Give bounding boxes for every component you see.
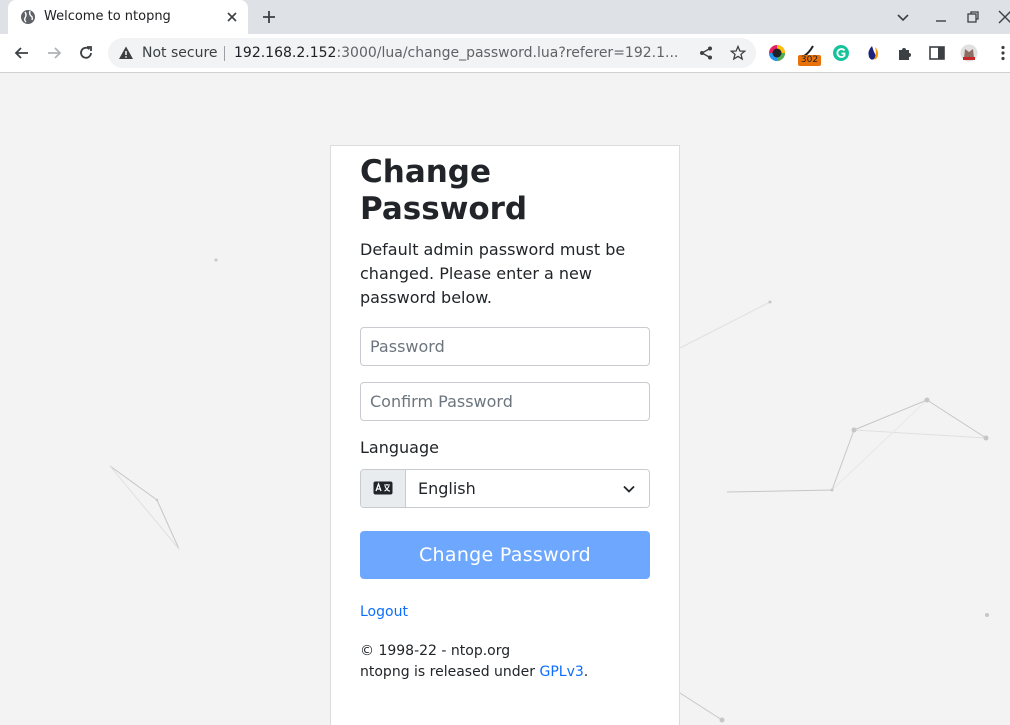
chevron-down-icon — [623, 485, 635, 493]
change-password-card: Change Password Default admin password m… — [330, 145, 680, 725]
license-line: ntopng is released under GPLv3. — [360, 662, 588, 683]
language-label: Language — [360, 438, 439, 457]
language-selected-value: English — [418, 479, 476, 498]
language-icon — [373, 481, 393, 495]
license-suffix: . — [583, 664, 589, 680]
language-select[interactable]: English — [407, 470, 649, 507]
change-password-button[interactable]: Change Password — [360, 531, 650, 579]
footer: © 1998-22 - ntop.org ntopng is released … — [360, 641, 588, 683]
confirm-password-input[interactable] — [360, 382, 650, 421]
password-input[interactable] — [360, 327, 650, 366]
logout-link[interactable]: Logout — [360, 604, 408, 620]
language-addon — [361, 470, 406, 507]
license-prefix: ntopng is released under — [360, 664, 540, 680]
instructions-text: Default admin password must be changed. … — [360, 240, 626, 307]
gplv3-link[interactable]: GPLv3 — [540, 664, 584, 680]
page-title: Change Password — [360, 154, 528, 227]
copyright-text: © 1998-22 - ntop.org — [360, 643, 511, 659]
language-selector[interactable]: English — [360, 469, 650, 508]
